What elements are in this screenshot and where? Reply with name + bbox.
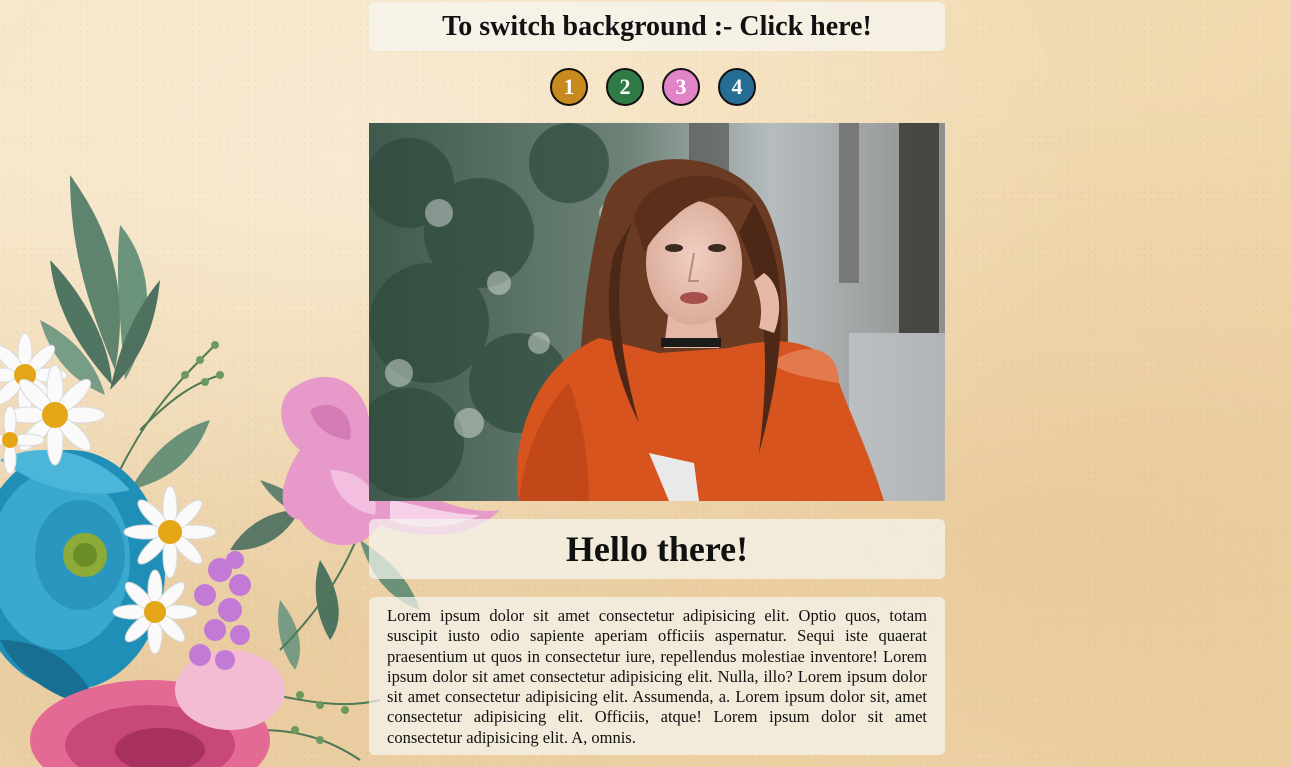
portrait-photo-icon <box>369 123 945 501</box>
background-option-3[interactable]: 3 <box>662 68 700 106</box>
paragraph-text: Lorem ipsum dolor sit amet consectetur a… <box>387 606 927 747</box>
intro-paragraph: Lorem ipsum dolor sit amet consectetur a… <box>369 597 945 755</box>
page-heading: Hello there! <box>369 519 945 579</box>
switch-background-label: To switch background :- Click here! <box>442 10 872 42</box>
background-option-4[interactable]: 4 <box>718 68 756 106</box>
background-options: 1 2 3 4 <box>550 68 756 106</box>
background-option-2[interactable]: 2 <box>606 68 644 106</box>
background-option-1[interactable]: 1 <box>550 68 588 106</box>
switch-background-button[interactable]: To switch background :- Click here! <box>369 2 945 51</box>
heading-text: Hello there! <box>565 529 749 569</box>
